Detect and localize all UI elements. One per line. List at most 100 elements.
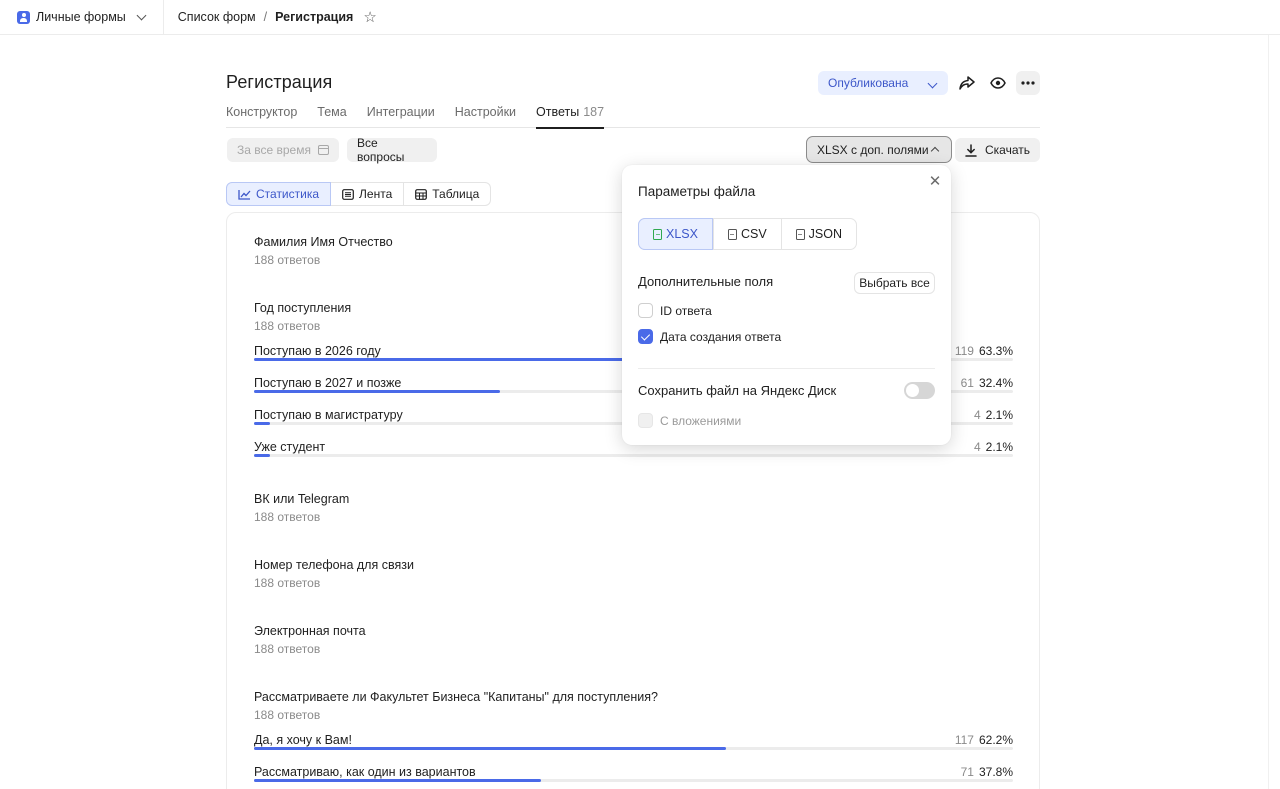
more-button[interactable] [1016,71,1040,95]
table-icon [415,188,428,200]
question-answer-count: 188 ответов [254,510,321,524]
option-percent: 63.3% [978,344,1013,358]
question-answer-count: 188 ответов [254,708,321,722]
user-icon [17,10,30,24]
select-all-button[interactable]: Выбрать все [854,272,935,294]
format-xlsx-label: XLSX [666,227,698,241]
yandex-disk-toggle[interactable] [904,382,935,399]
format-json[interactable]: JSON [780,219,856,249]
download-button[interactable]: Скачать [955,138,1040,162]
more-dots-icon [1021,81,1035,85]
view-statistics[interactable]: Статистика [226,182,332,206]
option-label: Поступаю в 2027 и позже [254,376,402,390]
option-bar-fill [254,422,270,425]
format-selector: XLSX CSV JSON [638,218,858,250]
question-title: Номер телефона для связи [254,558,414,572]
question-answer-count: 188 ответов [254,642,321,656]
file-params-popup: Параметры файла ✕ XLSX CSV JSON Дополнит… [622,165,951,445]
option-count: 4 [973,440,981,454]
tab-settings[interactable]: Настройки [455,104,516,128]
option-percent: 62.2% [978,733,1013,747]
publish-status-dropdown[interactable]: Опубликована [818,71,948,95]
chevron-down-icon [136,10,147,20]
export-format-label: XLSX с доп. полями [817,142,929,157]
questions-filter[interactable]: Все вопросы [347,136,437,164]
share-button[interactable] [955,71,979,95]
download-label: Скачать [985,143,1030,157]
breadcrumb-separator: / [263,10,268,24]
extra-fields-title: Дополнительные поля [638,274,774,289]
field-created-date[interactable]: Дата создания ответа [638,329,781,344]
xlsx-file-icon [653,228,662,240]
eye-icon [990,77,1006,89]
chart-icon [238,189,251,200]
breadcrumb-current: Регистрация [275,10,354,24]
created-date-checkbox[interactable] [638,329,653,344]
breadcrumb-form-list[interactable]: Список форм [178,10,256,24]
workspace-label: Личные формы [36,10,126,24]
option-stats: 119 63.3% [955,344,1013,358]
attachments-checkbox [638,413,653,428]
view-table-label: Таблица [432,187,480,201]
option-stats: 4 2.1% [974,440,1013,454]
option-stats: 117 62.2% [955,733,1013,747]
attachments-label: С вложениями [660,413,742,428]
scrollbar-track[interactable] [1268,35,1280,789]
option-bar-fill [254,779,541,782]
view-switcher: Статистика Лента Таблица [226,182,492,206]
period-filter-placeholder: За все время [237,143,311,157]
option-label: Уже студент [254,440,326,454]
field-attachments: С вложениями [638,413,741,428]
question-title: Рассматриваете ли Факультет Бизнеса "Кап… [254,690,658,704]
response-id-checkbox[interactable] [638,303,653,318]
option-bar-fill [254,454,270,457]
option-bar-track [254,747,1013,750]
option-count: 119 [954,344,974,358]
option-percent: 2.1% [985,408,1013,422]
option-percent: 2.1% [985,440,1013,454]
option-count: 61 [960,376,974,390]
calendar-icon [318,145,329,155]
list-icon [342,188,354,200]
top-bar: Личные формы Список форм / Регистрация ☆ [0,0,1280,35]
question-title: Фамилия Имя Отчество [254,235,393,249]
popup-title: Параметры файла [638,184,756,199]
question-answer-count: 188 ответов [254,576,321,590]
export-format-dropdown[interactable]: XLSX с доп. полями [806,136,952,163]
tab-constructor[interactable]: Конструктор [226,104,297,128]
option-stats: 61 32.4% [961,376,1013,390]
option-label: Рассматриваю, как один из вариантов [254,765,476,779]
option-count: 117 [954,733,974,747]
view-feed[interactable]: Лента [331,182,405,206]
page-title: Регистрация [226,72,333,92]
field-response-id[interactable]: ID ответа [638,303,712,318]
option-stats: 71 37.8% [961,765,1013,779]
option-percent: 37.8% [978,765,1013,779]
format-json-label: JSON [808,227,843,241]
option-bar-fill [254,747,727,750]
tab-answers-label: Ответы [536,105,580,119]
response-id-label: ID ответа [660,303,712,318]
chevron-up-icon [930,146,940,156]
option-label: Да, я хочу к Вам! [254,733,352,747]
option-count: 4 [973,408,981,422]
option-bar-track [254,454,1013,457]
json-file-icon [795,228,805,240]
option-percent: 32.4% [978,376,1013,390]
tab-theme[interactable]: Тема [317,104,346,128]
tab-integrations[interactable]: Интеграции [367,104,435,128]
csv-file-icon [727,228,737,240]
star-icon[interactable]: ☆ [363,8,376,26]
close-icon[interactable]: ✕ [928,174,942,189]
popup-divider [638,368,935,369]
format-csv[interactable]: CSV [712,219,781,249]
option-bar-fill [254,390,500,393]
question-answer-count: 188 ответов [254,253,321,267]
tab-answers[interactable]: Ответы 187 [536,104,605,129]
period-filter[interactable]: За все время [227,138,339,162]
preview-button[interactable] [986,71,1010,95]
format-xlsx[interactable]: XLSX [638,218,713,250]
workspace-switcher[interactable]: Личные формы [0,0,164,35]
view-table[interactable]: Таблица [404,182,492,206]
created-date-label: Дата создания ответа [660,329,782,344]
